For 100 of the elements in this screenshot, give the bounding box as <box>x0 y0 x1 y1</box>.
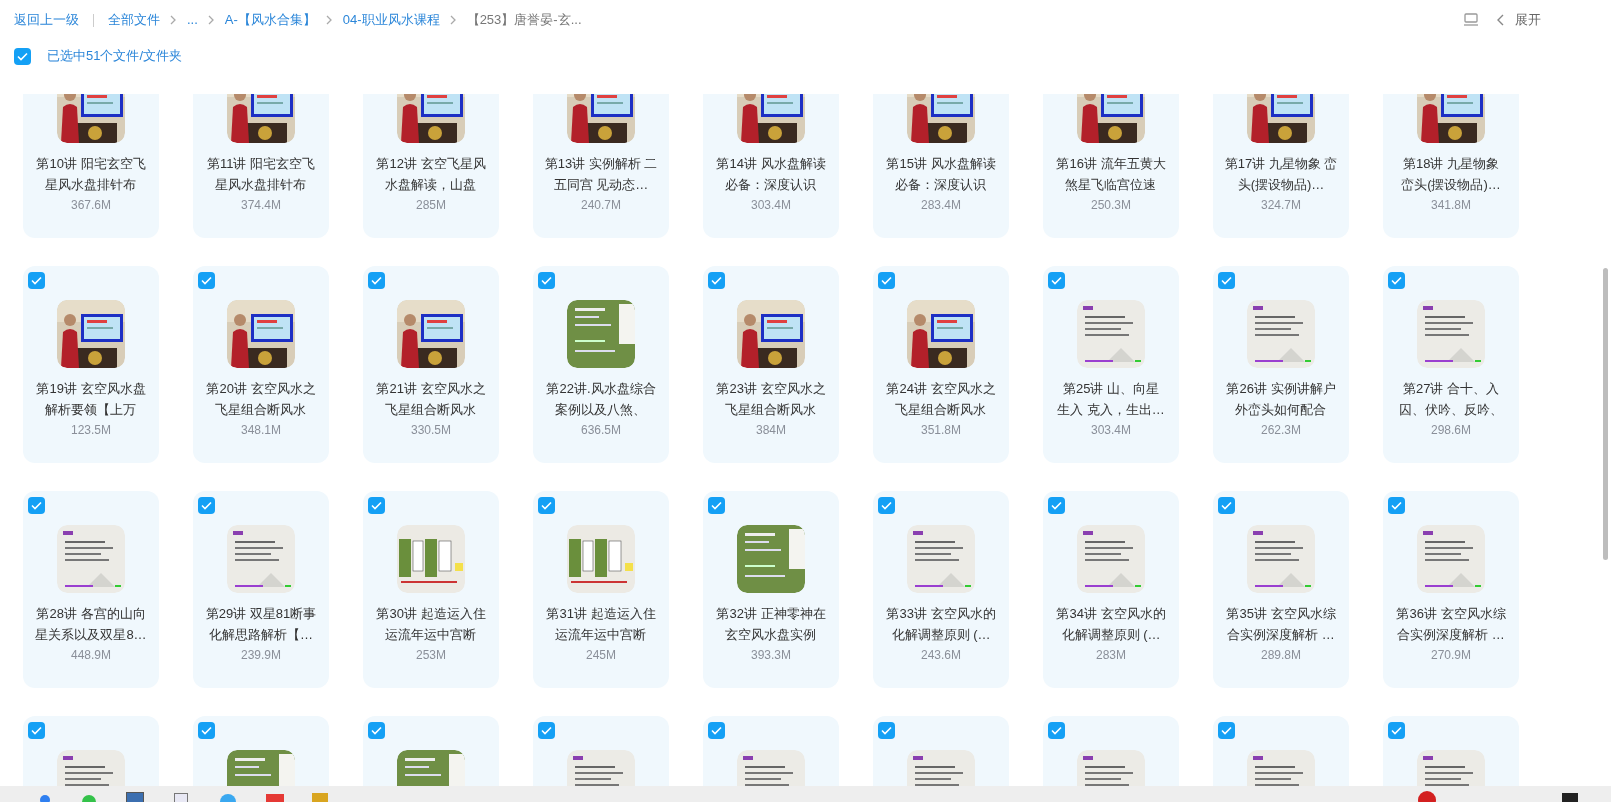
file-card[interactable]: 第14讲 风水盘解读 必备：深度认识 303.4M <box>703 94 839 238</box>
checkbox[interactable] <box>368 497 385 514</box>
file-card[interactable]: 第18讲 九星物象 峦头(摆设物品)… 341.8M <box>1383 94 1519 238</box>
file-size: 330.5M <box>411 422 451 439</box>
file-card[interactable]: 第28讲 各宫的山向 星关系以及双星8… 448.9M <box>23 491 159 688</box>
breadcrumb-link[interactable]: 04-职业风水课程 <box>342 10 440 30</box>
checkbox[interactable] <box>538 272 555 289</box>
file-card[interactable]: 第13讲 实例解析 二 五同宫 见动态… 240.7M <box>533 94 669 238</box>
file-card[interactable]: 第29讲 双星81断事 化解思路解析【… 239.9M <box>193 491 329 688</box>
expand-button[interactable]: 展开 <box>1497 10 1541 30</box>
breadcrumb-link[interactable]: 全部文件 <box>108 10 160 30</box>
file-name: 第11讲 阳宅玄空飞 星风水盘排针布 <box>206 155 316 194</box>
file-size: 253M <box>416 647 446 664</box>
checkbox[interactable] <box>538 497 555 514</box>
file-name: 第24讲 玄空风水之 飞星组合断风水 <box>886 380 996 419</box>
check-icon <box>31 726 42 735</box>
file-card[interactable]: 第21讲 玄空风水之 飞星组合断风水 330.5M <box>363 266 499 463</box>
breadcrumb-link[interactable]: 【253】唐誉晏-玄... <box>466 10 582 30</box>
checkbox[interactable] <box>1388 497 1405 514</box>
checkbox[interactable] <box>708 272 725 289</box>
file-card[interactable]: 第15讲 风水盘解读 必备：深度认识 283.4M <box>873 94 1009 238</box>
checkbox[interactable] <box>28 497 45 514</box>
file-card[interactable]: 第11讲 阳宅玄空飞 星风水盘排针布 374.4M <box>193 94 329 238</box>
file-card[interactable]: 第35讲 玄空风水综 合实例深度解析 … 289.8M <box>1213 491 1349 688</box>
file-size: 262.3M <box>1261 422 1301 439</box>
breadcrumb-link[interactable]: A-【风水合集】 <box>224 10 316 30</box>
file-size: 289.8M <box>1261 647 1301 664</box>
file-size: 283M <box>1096 647 1126 664</box>
checkbox[interactable] <box>1388 722 1405 739</box>
checkbox[interactable] <box>1048 722 1065 739</box>
file-name: 第30讲 起造运入住 运流年运中宫断 <box>376 605 486 644</box>
checkbox[interactable] <box>1388 272 1405 289</box>
file-card[interactable]: 第36讲 玄空风水综 合实例深度解析 … 270.9M <box>1383 491 1519 688</box>
file-card[interactable]: 第34讲 玄空风水的 化解调整原则 (… 283M <box>1043 491 1179 688</box>
checkbox[interactable] <box>368 722 385 739</box>
panel-icon[interactable] <box>1463 13 1479 27</box>
checkbox[interactable] <box>878 722 895 739</box>
checkbox[interactable] <box>198 272 215 289</box>
file-card[interactable]: 第10讲 阳宅玄空飞 星风水盘排针布 367.6M <box>23 94 159 238</box>
file-size: 636.5M <box>581 422 621 439</box>
file-card[interactable]: 第25讲 山、向星 生入 克入，生出… 303.4M <box>1043 266 1179 463</box>
check-icon <box>541 501 552 510</box>
check-icon <box>1051 501 1062 510</box>
checkbox[interactable] <box>538 722 555 739</box>
checkbox[interactable] <box>1048 272 1065 289</box>
check-icon <box>541 726 552 735</box>
file-size: 348.1M <box>241 422 281 439</box>
file-card[interactable]: 第12讲 玄空飞星风 水盘解读，山盘 285M <box>363 94 499 238</box>
file-card[interactable]: 第30讲 起造运入住 运流年运中宫断 253M <box>363 491 499 688</box>
file-card[interactable]: 第23讲 玄空风水之 飞星组合断风水 384M <box>703 266 839 463</box>
file-name: 第21讲 玄空风水之 飞星组合断风水 <box>376 380 486 419</box>
file-card[interactable]: 第33讲 玄空风水的 化解调整原则 (… 243.6M <box>873 491 1009 688</box>
file-card[interactable]: 第19讲 玄空风水盘 解析要领【上万 123.5M <box>23 266 159 463</box>
checkbox[interactable] <box>198 722 215 739</box>
file-size: 393.3M <box>751 647 791 664</box>
app-icon[interactable] <box>40 795 50 802</box>
checkbox[interactable] <box>28 272 45 289</box>
checkbox[interactable] <box>368 272 385 289</box>
file-name: 第15讲 风水盘解读 必备：深度认识 <box>886 155 996 194</box>
checkbox[interactable] <box>708 497 725 514</box>
file-size: 448.9M <box>71 647 111 664</box>
monitor-icon[interactable] <box>126 792 144 802</box>
file-name: 第36讲 玄空风水综 合实例深度解析 … <box>1396 605 1506 644</box>
file-name: 第22讲.风水盘综合 案例以及八煞、 <box>546 380 656 419</box>
check-icon <box>201 276 212 285</box>
file-card[interactable]: 第24讲 玄空风水之 飞星组合断风水 351.8M <box>873 266 1009 463</box>
checkbox[interactable] <box>878 497 895 514</box>
checkbox[interactable] <box>1218 722 1235 739</box>
checkbox[interactable] <box>1048 497 1065 514</box>
check-icon <box>31 501 42 510</box>
file-card[interactable]: 第16讲 流年五黄大 煞星飞临宫位速 250.3M <box>1043 94 1179 238</box>
checkbox[interactable] <box>708 722 725 739</box>
file-name: 第25讲 山、向星 生入 克入，生出… <box>1057 380 1165 419</box>
file-card[interactable]: 第32讲 正神零神在 玄空风水盘实例 393.3M <box>703 491 839 688</box>
file-card[interactable]: 第17讲 九星物象 峦 头(摆设物品)… 324.7M <box>1213 94 1349 238</box>
file-name: 第35讲 玄空风水综 合实例深度解析 … <box>1226 605 1336 644</box>
file-size: 384M <box>756 422 786 439</box>
check-icon <box>1221 726 1232 735</box>
file-card[interactable]: 第26讲 实例讲解户 外峦头如何配合 262.3M <box>1213 266 1349 463</box>
file-name: 第18讲 九星物象 峦头(摆设物品)… <box>1401 155 1501 194</box>
checkbox[interactable] <box>14 47 31 65</box>
back-link[interactable]: 返回上一级 <box>14 10 79 30</box>
file-card[interactable]: 第31讲 起造运入住 运流年运中宫断 245M <box>533 491 669 688</box>
breadcrumb-link[interactable]: ... <box>187 10 198 30</box>
checkbox[interactable] <box>198 497 215 514</box>
file-card[interactable]: 第27讲 合十、入 囚、伏吟、反吟、 298.6M <box>1383 266 1519 463</box>
check-icon <box>1221 501 1232 510</box>
check-icon <box>1051 726 1062 735</box>
check-icon <box>1221 276 1232 285</box>
chevron-icon <box>449 15 457 25</box>
checkbox[interactable] <box>1218 497 1235 514</box>
checkbox[interactable] <box>28 722 45 739</box>
file-size: 240.7M <box>581 197 621 214</box>
file-card[interactable]: 第20讲 玄空风水之 飞星组合断风水 348.1M <box>193 266 329 463</box>
checkbox[interactable] <box>878 272 895 289</box>
scrollbar-thumb[interactable] <box>1603 268 1608 560</box>
file-card[interactable]: 第22讲.风水盘综合 案例以及八煞、 636.5M <box>533 266 669 463</box>
check-icon <box>541 276 552 285</box>
checkbox[interactable] <box>1218 272 1235 289</box>
file-name: 第10讲 阳宅玄空飞 星风水盘排针布 <box>36 155 146 194</box>
